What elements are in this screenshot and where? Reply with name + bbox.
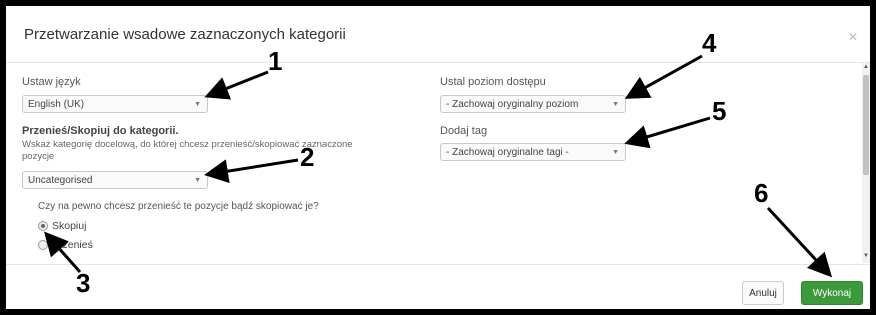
arrow-4 [624,54,703,99]
annotation-number-1: 1 [268,46,283,76]
arrow-1 [204,70,269,100]
arrow-6 [766,206,833,278]
arrow-5 [624,116,711,149]
arrow-3 [44,231,82,273]
annotation-number-5: 5 [712,96,727,126]
annotation-number-4: 4 [702,28,717,58]
annotation-number-6: 6 [754,178,769,208]
arrow-2 [204,158,299,184]
annotation-arrows [44,54,833,278]
annotation-number-2: 2 [300,142,315,172]
annotation-number-3: 3 [76,268,91,298]
